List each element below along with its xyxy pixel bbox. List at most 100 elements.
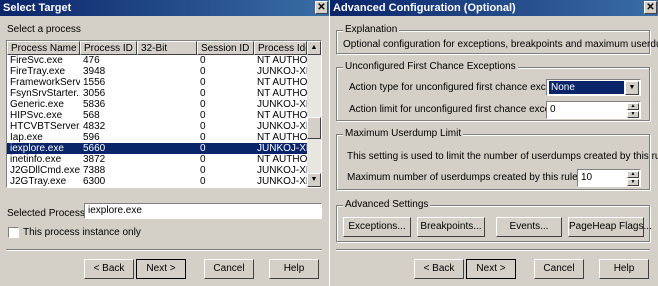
column-header[interactable]: Session ID [197,41,254,55]
table-cell [137,88,197,99]
table-cell: 5836 [83,99,106,110]
table-row[interactable]: Generic.exe 5836 0 JUNKOJ-XP [7,99,307,110]
spin-down-icon[interactable]: ▼ [627,111,639,118]
help-button[interactable]: Help [269,259,319,279]
column-header[interactable]: Process ID [80,41,137,55]
close-icon[interactable]: ✕ [315,1,328,14]
scroll-down-icon[interactable]: ▼ [307,173,321,187]
action-type-select[interactable]: None ▼ [546,79,641,96]
table-cell: J2GDllCmd.exe [10,165,80,176]
table-cell: 0 [200,88,206,99]
back-button[interactable]: < Back [84,259,134,279]
scroll-up-icon[interactable]: ▲ [307,41,321,55]
instance-only-checkbox[interactable] [8,227,19,238]
action-limit-spinner[interactable]: 0 ▲ ▼ [546,101,641,119]
process-list-scrollbar[interactable]: ▲ ▼ [307,41,321,187]
table-cell: 3948 [83,66,106,77]
table-cell: JUNKOJ-XP [257,121,307,132]
table-cell: 0 [200,66,206,77]
table-cell: Iap.exe [10,132,43,143]
table-cell: 476 [83,55,100,66]
table-row[interactable]: HIPSvc.exe 568 0 NT AUTHOI [7,110,307,121]
table-cell: JUNKOJ-XP [257,99,307,110]
table-cell [137,176,197,187]
exceptions-button[interactable]: Exceptions... [343,217,411,237]
table-cell: NT AUTHOI [257,154,307,165]
table-cell: jqs.exe [7,187,80,188]
table-cell [137,77,197,88]
action-type-value: None [549,81,624,94]
table-row[interactable]: HTCVBTServer.exe4832 0 JUNKOJ-XP [7,121,307,132]
table-cell [137,187,197,188]
back-button[interactable]: < Back [414,259,464,279]
table-cell: NT AUTHOI [257,55,307,66]
table-cell: 644 [80,187,137,188]
table-cell: 3056 [83,88,106,99]
explanation-group: Explanation Optional configuration for e… [336,24,658,54]
chevron-down-icon[interactable]: ▼ [625,81,639,95]
unconfigured-exceptions-group: Unconfigured First Chance Exceptions Act… [336,61,650,121]
column-header[interactable]: Process Name [7,41,80,55]
table-cell: 596 [83,132,100,143]
table-cell: JUNKOJ-XP [257,66,307,77]
table-cell: NT AUTHOI [257,88,307,99]
unconfigured-exceptions-title: Unconfigured First Chance Exceptions [343,61,518,72]
table-row[interactable]: FsynSrvStarter.... 3056 0 NT AUTHOI [7,88,307,99]
next-button[interactable]: Next > [466,259,516,279]
selected-process-input[interactable]: iexplore.exe [84,203,322,219]
table-cell: HIPSvc.exe [10,110,63,121]
table-cell: FireTray.exe [10,66,66,77]
userdump-limit-group: Maximum Userdump Limit This setting is u… [336,128,658,190]
table-cell: 7388 [83,165,106,176]
dialog-title: Advanced Configuration (Optional) [333,2,516,14]
table-cell: 0 [200,55,206,66]
table-row[interactable]: inetinfo.exe 3872 0 NT AUTHOI [7,154,307,165]
table-cell [137,55,197,66]
max-userdumps-spin-buttons[interactable]: ▲ ▼ [627,171,639,186]
table-cell [137,66,197,77]
table-row[interactable]: FireSvc.exe 476 0 NT AUTHOI [7,55,307,66]
userdump-description: This setting is used to limit the number… [347,151,658,162]
spin-down-icon[interactable]: ▼ [627,179,639,186]
close-icon[interactable]: ✕ [644,1,657,14]
table-cell: inetinfo.exe [10,154,62,165]
breakpoints-button[interactable]: Breakpoints... [417,217,485,237]
table-cell: JUNKOJ-XP [257,143,307,154]
table-cell: FsynSrvStarter.... [10,88,80,99]
table-cell: 0 [200,110,206,121]
scrollbar-thumb[interactable] [307,117,321,139]
table-row[interactable]: jqs.exe644 0NT AUTHOI [7,187,307,188]
table-row[interactable]: Iap.exe 596 0 NT AUTHOI [7,132,307,143]
table-row[interactable]: FireTray.exe 3948 0 JUNKOJ-XP [7,66,307,77]
cancel-button[interactable]: Cancel [204,259,254,279]
pageheap-flags-button[interactable]: PageHeap Flags... [568,217,652,237]
process-list[interactable]: Process Name Process ID 32-Bit Session ID Pr… [6,40,322,188]
table-cell: 0 [200,154,206,165]
help-button[interactable]: Help [599,259,649,279]
userdump-limit-title: Maximum Userdump Limit [343,128,464,139]
process-list-header: Process Name Process ID 32-Bit Session ID Pr… [7,41,307,55]
cancel-button[interactable]: Cancel [534,259,584,279]
advanced-config-title-bar: Advanced Configuration (Optional) ✕ [330,0,658,16]
table-cell [137,154,197,165]
button-separator [336,249,650,251]
column-header[interactable]: 32-Bit [137,41,197,55]
next-button[interactable]: Next > [136,259,186,279]
spin-up-icon[interactable]: ▲ [627,103,639,110]
action-limit-spin-buttons[interactable]: ▲ ▼ [627,103,639,118]
table-cell: FrameworkServi... [10,77,80,88]
table-row[interactable]: J2GTray.exe63000JUNKOJ-XP [7,176,307,187]
events-button[interactable]: Events... [496,217,562,237]
spin-up-icon[interactable]: ▲ [627,171,639,178]
column-header[interactable]: Process Ide [254,41,307,55]
table-row[interactable]: FrameworkServi...1556 0 NT AUTHOI [7,77,307,88]
advanced-settings-group: Advanced Settings Exceptions... Breakpoi… [336,199,652,242]
max-userdumps-spinner[interactable]: 10 ▲ ▼ [577,169,641,187]
table-cell [137,132,197,143]
table-cell: JUNKOJ-XP [257,165,307,176]
table-row[interactable]: iexplore.exe 5660 0 JUNKOJ-XP [7,143,307,154]
explanation-text: Optional configuration for exceptions, b… [343,39,658,50]
table-cell: 0 [200,165,206,176]
table-row[interactable]: J2GDllCmd.exe7388 0 JUNKOJ-XP [7,165,307,176]
table-cell [137,99,197,110]
